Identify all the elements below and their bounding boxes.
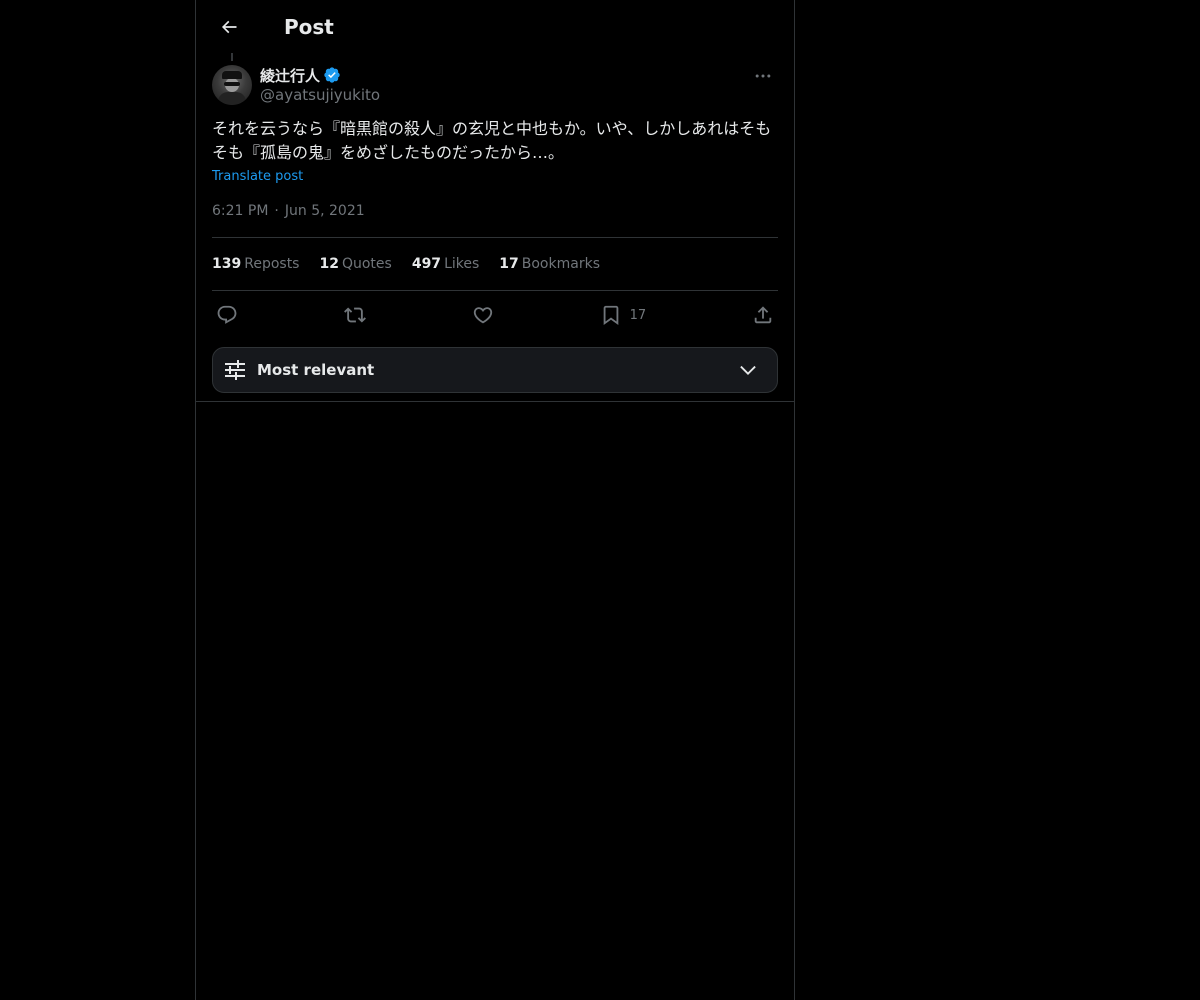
author-names: 綾辻行人 @ayatsujiyukito bbox=[260, 65, 380, 105]
page-header: Post bbox=[196, 0, 794, 53]
bookmarks-count: 17 bbox=[499, 256, 519, 272]
post-timestamp: 6:21 PM · Jun 5, 2021 bbox=[212, 201, 778, 221]
reposts-stat[interactable]: 139 Reposts bbox=[212, 256, 299, 272]
repost-icon bbox=[343, 307, 366, 323]
like-icon bbox=[473, 307, 492, 324]
reposts-count: 139 bbox=[212, 256, 242, 272]
repost-button[interactable] bbox=[343, 304, 366, 326]
post-date[interactable]: Jun 5, 2021 bbox=[285, 203, 365, 219]
translate-post-link[interactable]: Translate post bbox=[212, 169, 303, 184]
bookmark-icon bbox=[603, 305, 618, 326]
back-arrow-icon bbox=[221, 20, 237, 33]
post-text: それを云うなら『暗黒館の殺人』の玄児と中也もか。いや、しかしあれはそもそも『孤島… bbox=[212, 119, 772, 162]
bookmark-count: 17 bbox=[629, 307, 647, 323]
reposts-label: Reposts bbox=[244, 256, 300, 272]
likes-label: Likes bbox=[444, 256, 480, 272]
bookmarks-stat[interactable]: 17 Bookmarks bbox=[499, 256, 600, 272]
share-button[interactable] bbox=[752, 304, 774, 326]
bookmarks-label: Bookmarks bbox=[521, 256, 600, 272]
author-display-name[interactable]: 綾辻行人 bbox=[260, 65, 320, 86]
sliders-icon bbox=[225, 360, 245, 380]
post: 綾辻行人 @ayatsujiyukito それを云うなら『暗黒館の殺人』の玄児と… bbox=[196, 53, 794, 402]
divider bbox=[196, 401, 794, 402]
more-dots-icon bbox=[755, 74, 771, 78]
reply-button[interactable] bbox=[216, 304, 238, 326]
like-button[interactable] bbox=[472, 304, 494, 326]
reply-sort-dropdown[interactable]: Most relevant bbox=[212, 347, 778, 393]
back-button[interactable] bbox=[212, 10, 246, 44]
bookmark-button[interactable]: 17 bbox=[600, 304, 647, 326]
main-column: Post 綾辻行人 @ayatsujiyukito それを云うなら『暗黒館の殺人… bbox=[195, 0, 795, 1000]
page-title: Post bbox=[284, 14, 334, 39]
avatar[interactable] bbox=[212, 65, 252, 105]
share-icon bbox=[754, 306, 772, 324]
thread-line bbox=[231, 53, 233, 61]
display-name-row: 綾辻行人 bbox=[260, 65, 380, 85]
quotes-stat[interactable]: 12 Quotes bbox=[319, 256, 391, 272]
more-options-button[interactable] bbox=[748, 61, 778, 91]
chevron-down-icon bbox=[737, 359, 759, 381]
author-row: 綾辻行人 @ayatsujiyukito bbox=[212, 53, 778, 105]
author-handle[interactable]: @ayatsujiyukito bbox=[260, 85, 380, 105]
verified-badge-icon[interactable] bbox=[323, 66, 341, 84]
sort-label: Most relevant bbox=[257, 361, 375, 379]
actions-row: 17 bbox=[212, 291, 778, 339]
quotes-count: 12 bbox=[319, 256, 339, 272]
likes-count: 497 bbox=[411, 256, 442, 272]
quotes-label: Quotes bbox=[341, 256, 392, 272]
likes-stat[interactable]: 497 Likes bbox=[412, 256, 479, 272]
post-time[interactable]: 6:21 PM bbox=[212, 203, 268, 219]
stats-row: 139 Reposts 12 Quotes 497 Likes 17 Bookmarks bbox=[212, 238, 778, 290]
timestamp-separator: · bbox=[274, 203, 279, 219]
reply-icon bbox=[217, 305, 237, 324]
